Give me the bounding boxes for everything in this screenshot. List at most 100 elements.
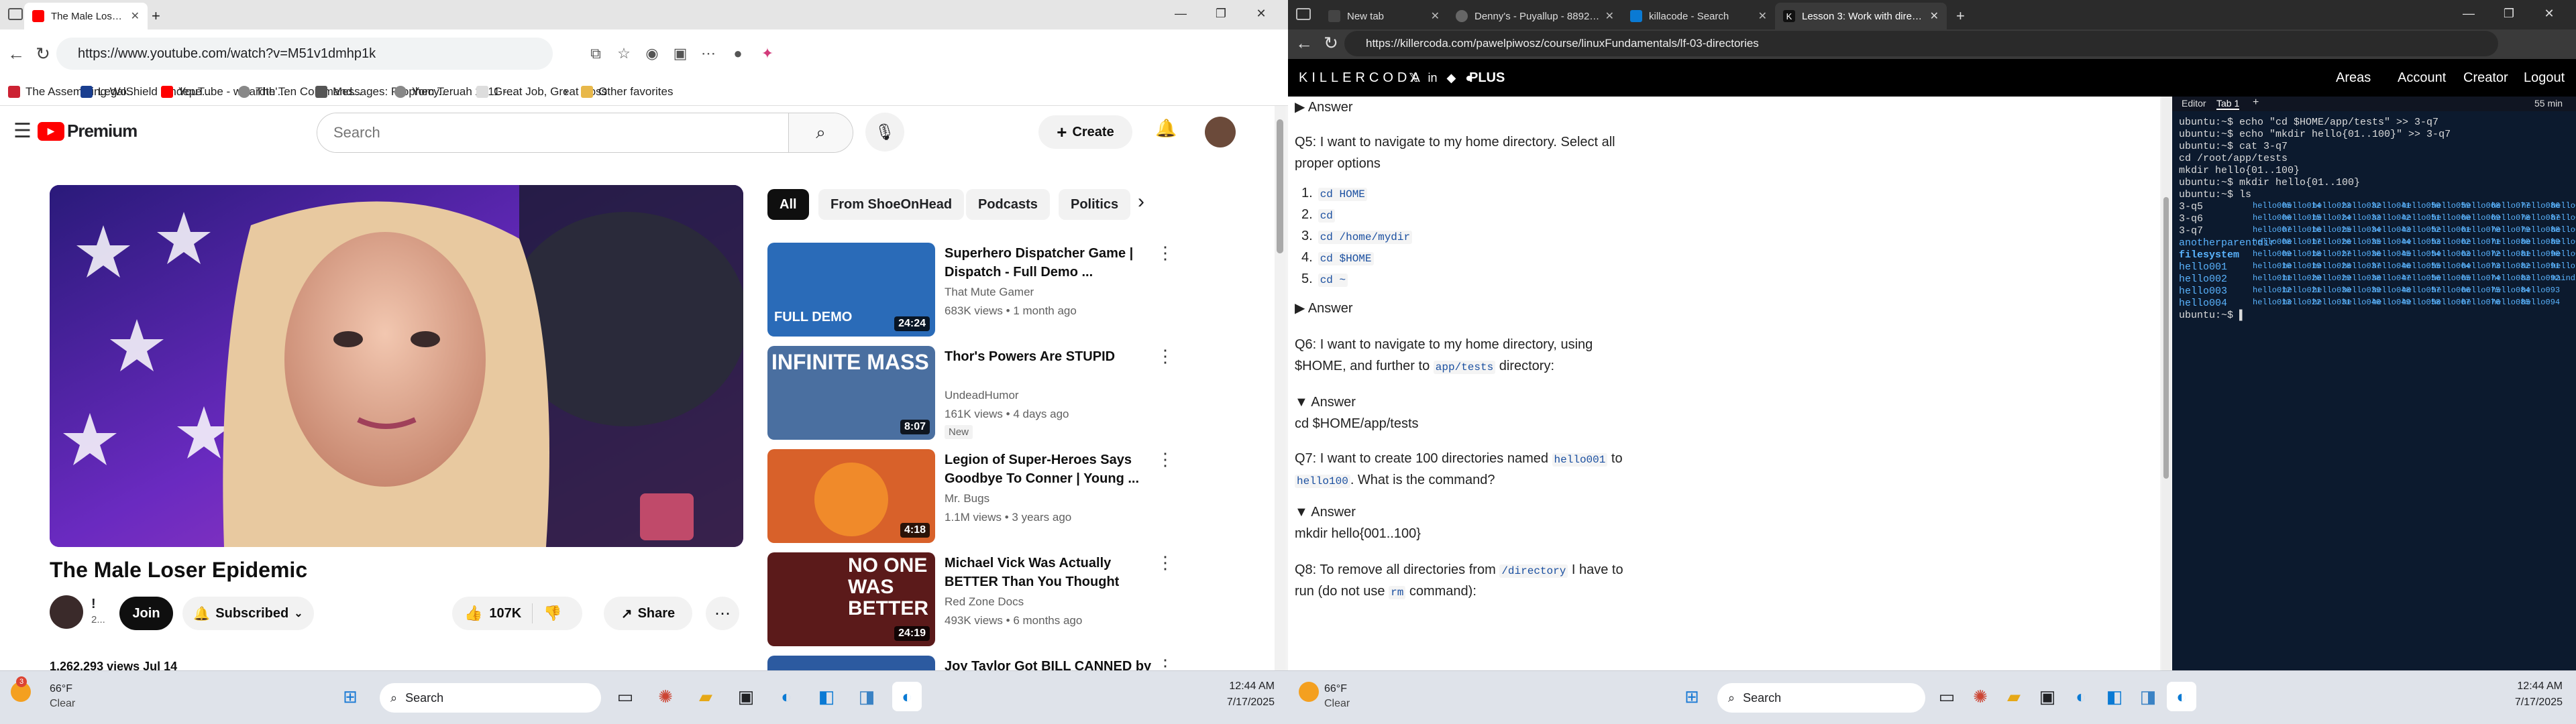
hamburger-icon[interactable]: ☰: [13, 119, 32, 143]
answer-toggle[interactable]: ▼ Answer: [1295, 391, 1356, 413]
edge-active-icon[interactable]: ◐: [892, 682, 922, 711]
bell-icon[interactable]: 🔔: [1155, 118, 1177, 139]
refresh-icon[interactable]: ↻: [1318, 29, 1344, 56]
youtube-logo[interactable]: ▶ Premium: [38, 121, 138, 141]
tab-editor[interactable]: Editor: [2182, 98, 2206, 109]
tab-killercoda[interactable]: KLesson 3: Work with directories |✕: [1775, 3, 1947, 29]
more-vert-icon[interactable]: ⋮: [1157, 346, 1174, 367]
scrollbar[interactable]: [1275, 106, 1285, 670]
plus-link[interactable]: PLUS: [1469, 59, 1505, 97]
answer-toggle[interactable]: ▼ Answer: [1295, 501, 1356, 523]
rec-video[interactable]: FULL DEMO 24:24 Superhero Dispatcher Gam…: [767, 243, 1237, 337]
twitter-icon[interactable]: 𝕏: [1409, 71, 1419, 85]
more-vert-icon[interactable]: ⋮: [1157, 656, 1174, 670]
avatar[interactable]: ●: [724, 40, 751, 67]
chip-all[interactable]: All: [767, 189, 809, 220]
close-icon[interactable]: ✕: [1758, 9, 1767, 23]
scrollbar[interactable]: [2161, 97, 2171, 677]
chip-from-shoeonhead[interactable]: From ShoeOnHead: [818, 189, 965, 220]
microphone-icon[interactable]: 🎙: [865, 113, 904, 152]
file-explorer-icon[interactable]: ▰: [691, 682, 720, 711]
copilot-icon[interactable]: ✦: [754, 40, 781, 67]
more-icon[interactable]: ⋯: [706, 597, 739, 630]
close-icon[interactable]: ✕: [1431, 9, 1440, 23]
taskbar-search[interactable]: ⌕ Search: [1717, 683, 1925, 713]
share-button[interactable]: ↗ Share: [604, 597, 692, 630]
close-window-icon[interactable]: ✕: [2529, 0, 2569, 27]
edge-active-icon[interactable]: ◐: [2167, 682, 2196, 711]
more-vert-icon[interactable]: ⋮: [1157, 552, 1174, 573]
nav-account[interactable]: Account: [2398, 59, 2446, 97]
minimize-icon[interactable]: —: [1161, 0, 1201, 27]
killercoda-logo[interactable]: KILLERCODA: [1299, 59, 1424, 97]
address-bar[interactable]: https://killercoda.com/pawelpiwosz/cours…: [1344, 31, 2498, 56]
add-tab-icon[interactable]: +: [2253, 97, 2259, 109]
nav-logout[interactable]: Logout: [2524, 59, 2565, 97]
bookmark-other[interactable]: Other favorites: [581, 83, 674, 101]
back-icon[interactable]: ←: [3, 40, 30, 67]
app-icon[interactable]: ◨: [2133, 682, 2163, 711]
answer-toggle[interactable]: ▶ Answer: [1295, 97, 1353, 118]
maximize-icon[interactable]: ❐: [2489, 0, 2529, 27]
close-icon[interactable]: ✕: [1930, 9, 1939, 23]
extensions-icon[interactable]: ⧉: [582, 40, 609, 67]
terminal-icon[interactable]: ▣: [731, 682, 761, 711]
copilot-icon[interactable]: ✺: [1966, 682, 1995, 711]
taskbar-search[interactable]: ⌕ Search: [380, 683, 601, 713]
chevron-right-icon[interactable]: ›: [564, 83, 568, 101]
avatar[interactable]: [1205, 117, 1236, 147]
file-explorer-icon[interactable]: ▰: [1999, 682, 2029, 711]
collections-icon[interactable]: ▣: [667, 40, 694, 67]
nav-creator[interactable]: Creator: [2463, 59, 2508, 97]
subscribed-button[interactable]: 🔔 Subscribed ⌄: [182, 597, 314, 630]
windows-start-icon[interactable]: ⊞: [335, 682, 365, 711]
back-icon[interactable]: ←: [1291, 29, 1318, 56]
terminal-panel[interactable]: Editor Tab 1 + 55 min ubuntu:~$ echo "cd…: [2172, 97, 2576, 677]
tab-actions-icon[interactable]: [8, 8, 23, 20]
join-button[interactable]: Join: [119, 597, 173, 630]
video-player[interactable]: [50, 185, 743, 547]
search-bar[interactable]: ⌕: [317, 113, 853, 153]
copilot-icon[interactable]: ✺: [651, 682, 680, 711]
terminal-icon[interactable]: ▣: [2033, 682, 2062, 711]
tab-search[interactable]: killacode - Search ✕: [1622, 3, 1775, 29]
linkedin-icon[interactable]: in: [1428, 71, 1438, 85]
chip-politics[interactable]: Politics: [1059, 189, 1131, 220]
rec-video[interactable]: NO ONE WAS BETTER 24:19 Michael Vick Was…: [767, 552, 1237, 646]
new-tab-button[interactable]: +: [1948, 3, 1972, 29]
like-icon[interactable]: 👍: [464, 605, 482, 622]
close-icon[interactable]: ✕: [1605, 9, 1614, 23]
minimize-icon[interactable]: —: [2449, 0, 2489, 27]
store-icon[interactable]: ◧: [812, 682, 841, 711]
rec-video[interactable]: 4:18 Legion of Super-Heroes Says Goodbye…: [767, 449, 1237, 543]
tab-new[interactable]: New tab ✕: [1320, 3, 1448, 29]
store-icon[interactable]: ◧: [2100, 682, 2129, 711]
search-input[interactable]: [317, 113, 788, 152]
app-icon[interactable]: ◨: [852, 682, 881, 711]
nav-areas[interactable]: Areas: [2336, 59, 2371, 97]
more-vert-icon[interactable]: ⋮: [1157, 449, 1174, 470]
chevron-right-icon[interactable]: ›: [1138, 190, 1144, 213]
more-vert-icon[interactable]: ⋮: [1157, 243, 1174, 263]
close-window-icon[interactable]: ✕: [1241, 0, 1281, 27]
refresh-icon[interactable]: ↻: [30, 40, 56, 67]
tab-dennys[interactable]: Denny's - Puyallup - 8892 Splash✕: [1448, 3, 1622, 29]
tab-actions-icon[interactable]: [1296, 8, 1311, 20]
dislike-icon[interactable]: 👎: [543, 605, 561, 622]
chip-podcasts[interactable]: Podcasts: [966, 189, 1050, 220]
menu-icon[interactable]: ⋯: [695, 40, 722, 67]
answer-toggle[interactable]: ▶ Answer: [1295, 298, 1353, 319]
favorites-icon[interactable]: ☆: [610, 40, 637, 67]
create-button[interactable]: + Create: [1038, 115, 1132, 149]
address-bar[interactable]: https://www.youtube.com/watch?v=M51v1dmh…: [56, 38, 553, 70]
close-icon[interactable]: ✕: [131, 9, 140, 23]
channel-avatar[interactable]: [50, 595, 83, 629]
discord-icon[interactable]: ◆: [1447, 71, 1456, 85]
terminal-prompt[interactable]: ubuntu:~$ ▌: [2179, 310, 2245, 321]
profile-icon[interactable]: ◉: [639, 40, 665, 67]
edge-icon[interactable]: ◐: [2066, 682, 2096, 711]
rec-video[interactable]: INFINITE MASS 8:07 Thor's Powers Are STU…: [767, 346, 1237, 440]
channel-name[interactable]: !: [91, 597, 96, 612]
windows-start-icon[interactable]: ⊞: [1677, 682, 1707, 711]
rec-video[interactable]: Joy Taylor Got BILL CANNED by ⋮: [767, 656, 1237, 670]
